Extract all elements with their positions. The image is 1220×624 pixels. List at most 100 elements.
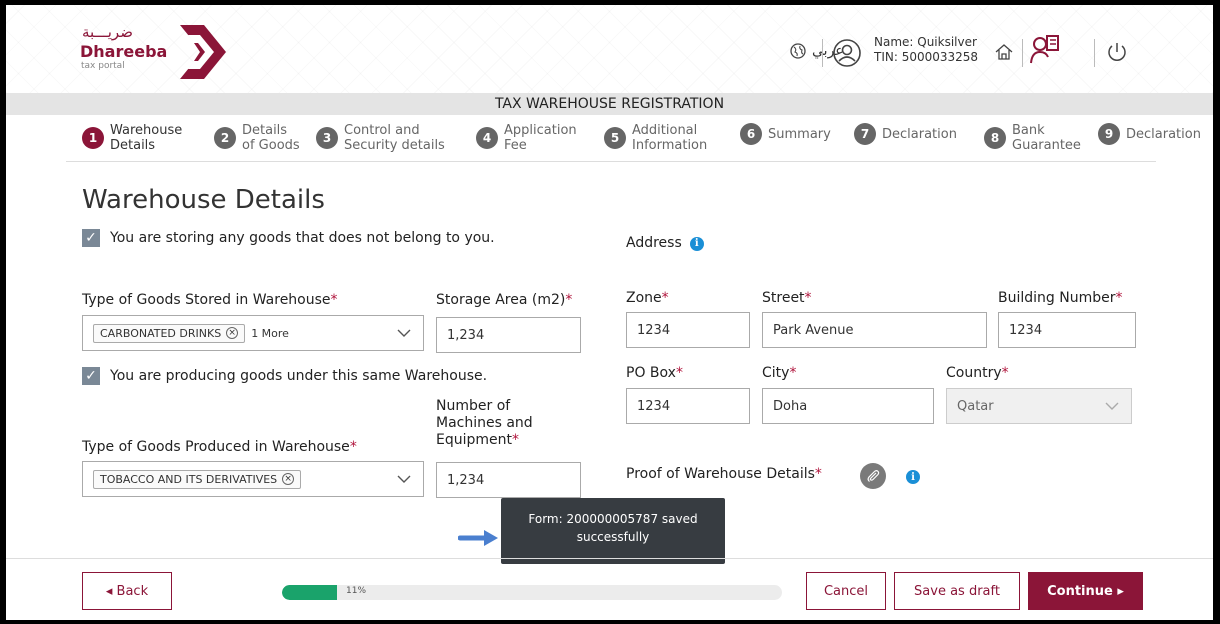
required-mark: *	[330, 292, 338, 308]
label-text: Building Number	[998, 290, 1116, 306]
info-icon[interactable]: i	[689, 236, 704, 251]
user-card-icon[interactable]	[1030, 33, 1060, 67]
progress-bar: 11%	[282, 585, 782, 600]
step-label: Information	[632, 138, 708, 153]
arrow-right-icon	[458, 530, 498, 546]
label-text: Proof of Warehouse Details	[626, 466, 815, 482]
chevron-down-icon	[1105, 402, 1119, 410]
storage-area-input[interactable]: 1,234	[436, 317, 581, 353]
step-details-of-goods[interactable]: 2 Details of Goods	[214, 123, 300, 153]
goods-produced-select[interactable]: TOBACCO AND ITS DERIVATIVES ×	[82, 461, 424, 497]
power-icon[interactable]	[1106, 41, 1128, 63]
registration-stepper: 1 Warehouse Details 2 Details of Goods 3 C…	[6, 117, 1213, 163]
label-text: Number of	[436, 398, 511, 414]
step-label: Guarantee	[1012, 138, 1081, 153]
step-application-fee[interactable]: 4 Application Fee	[476, 123, 577, 153]
step-label: Additional	[632, 123, 698, 138]
required-mark: *	[1001, 365, 1009, 381]
zone-label: Zone*	[626, 290, 669, 307]
city-label: City*	[762, 365, 796, 382]
goods-stored-label: Type of Goods Stored in Warehouse*	[82, 292, 338, 309]
user-name: Name: Quiksilver	[874, 35, 977, 49]
step-label: Summary	[768, 126, 831, 142]
step-label: Bank	[1012, 123, 1045, 138]
chip-label: TOBACCO AND ITS DERIVATIVES	[100, 472, 278, 486]
chevron-down-icon[interactable]	[397, 474, 411, 484]
dhareeba-logo-icon[interactable]	[174, 21, 230, 83]
page-title: Warehouse Details	[82, 185, 325, 215]
required-mark: *	[1115, 290, 1123, 306]
label-text: Address	[626, 235, 682, 251]
divider	[66, 161, 1156, 162]
step-label: Warehouse	[110, 123, 183, 138]
address-heading: Address i	[626, 235, 704, 252]
producing-goods-checkbox[interactable]: ✓ You are producing goods under this sam…	[82, 367, 487, 385]
step-warehouse-details[interactable]: 1 Warehouse Details	[82, 123, 182, 153]
header-divider	[1022, 39, 1023, 67]
step-number: 7	[854, 123, 876, 145]
chip-remove-icon[interactable]: ×	[282, 473, 295, 485]
storing-goods-checkbox[interactable]: ✓ You are storing any goods that does no…	[82, 229, 495, 247]
paperclip-icon	[867, 470, 880, 482]
step-number: 8	[984, 127, 1006, 149]
label-text: Zone	[626, 290, 662, 306]
checkbox-checked-icon[interactable]: ✓	[82, 229, 100, 247]
zone-input[interactable]: 1234	[626, 312, 750, 348]
user-info: Name: Quiksilver TIN: 5000033258	[874, 35, 978, 65]
header: ضريـــبة Dhareeba tax portal عربي Name: …	[6, 5, 1213, 93]
step-summary[interactable]: 6 Summary	[740, 123, 831, 145]
goods-produced-label: Type of Goods Produced in Warehouse*	[82, 439, 357, 456]
info-icon[interactable]: i	[906, 470, 920, 484]
building-number-input[interactable]: 1234	[998, 312, 1136, 348]
save-draft-button[interactable]: Save as draft	[894, 572, 1020, 610]
label-text: PO Box	[626, 365, 676, 381]
toast-message: successfully	[576, 530, 650, 544]
header-divider	[822, 39, 823, 67]
attachment-button[interactable]	[860, 463, 886, 489]
continue-button[interactable]: Continue ▸	[1028, 572, 1143, 610]
step-bank-guarantee[interactable]: 8 Bank Guarantee	[984, 123, 1081, 153]
home-icon[interactable]	[994, 42, 1014, 62]
checkbox-label: You are producing goods under this same …	[110, 368, 488, 384]
label-text: Machines and	[436, 415, 533, 431]
storage-area-label: Storage Area (m2)*	[436, 292, 572, 309]
selected-chip[interactable]: CARBONATED DRINKS ×	[93, 323, 246, 343]
label-text: Equipment	[436, 432, 512, 448]
required-mark: *	[565, 292, 573, 308]
step-final-declaration[interactable]: 9 Declaration	[1098, 123, 1201, 145]
required-mark: *	[349, 439, 357, 455]
back-button[interactable]: ◂ Back	[82, 572, 172, 610]
required-mark: *	[789, 365, 797, 381]
goods-stored-select[interactable]: CARBONATED DRINKS × 1 More	[82, 315, 424, 351]
chevron-down-icon[interactable]	[397, 328, 411, 338]
logo-name: Dhareeba	[80, 42, 168, 61]
step-label: Fee	[504, 138, 527, 153]
required-mark: *	[675, 365, 683, 381]
selected-chip[interactable]: TOBACCO AND ITS DERIVATIVES ×	[93, 469, 302, 489]
step-control-security[interactable]: 3 Control and Security details	[316, 123, 445, 153]
checkbox-checked-icon[interactable]: ✓	[82, 367, 100, 385]
checkbox-label: You are storing any goods that does not …	[110, 230, 495, 246]
step-declaration[interactable]: 7 Declaration	[854, 123, 957, 145]
label-text: Country	[946, 365, 1002, 381]
step-number: 5	[604, 127, 626, 149]
cancel-button[interactable]: Cancel	[806, 572, 886, 610]
page-banner: TAX WAREHOUSE REGISTRATION	[6, 93, 1213, 115]
step-number: 4	[476, 127, 498, 149]
machines-input[interactable]: 1,234	[436, 462, 581, 498]
user-icon[interactable]	[832, 38, 862, 68]
proof-label: Proof of Warehouse Details*	[626, 466, 822, 483]
progress-text: 11%	[346, 586, 367, 596]
pobox-input[interactable]: 1234	[626, 388, 750, 424]
city-input[interactable]: Doha	[762, 388, 934, 424]
chip-remove-icon[interactable]: ×	[226, 327, 239, 339]
user-tin: TIN: 5000033258	[874, 50, 979, 64]
label-text: Type of Goods Produced in Warehouse	[82, 439, 350, 455]
chip-label: CARBONATED DRINKS	[100, 326, 222, 340]
logo-arabic: ضريـــبة	[82, 23, 133, 41]
more-count: 1 More	[251, 326, 289, 340]
street-input[interactable]: Park Avenue	[762, 312, 987, 348]
step-number: 2	[214, 127, 236, 149]
step-additional-information[interactable]: 5 Additional Information	[604, 123, 707, 153]
label-text: City	[762, 365, 790, 381]
